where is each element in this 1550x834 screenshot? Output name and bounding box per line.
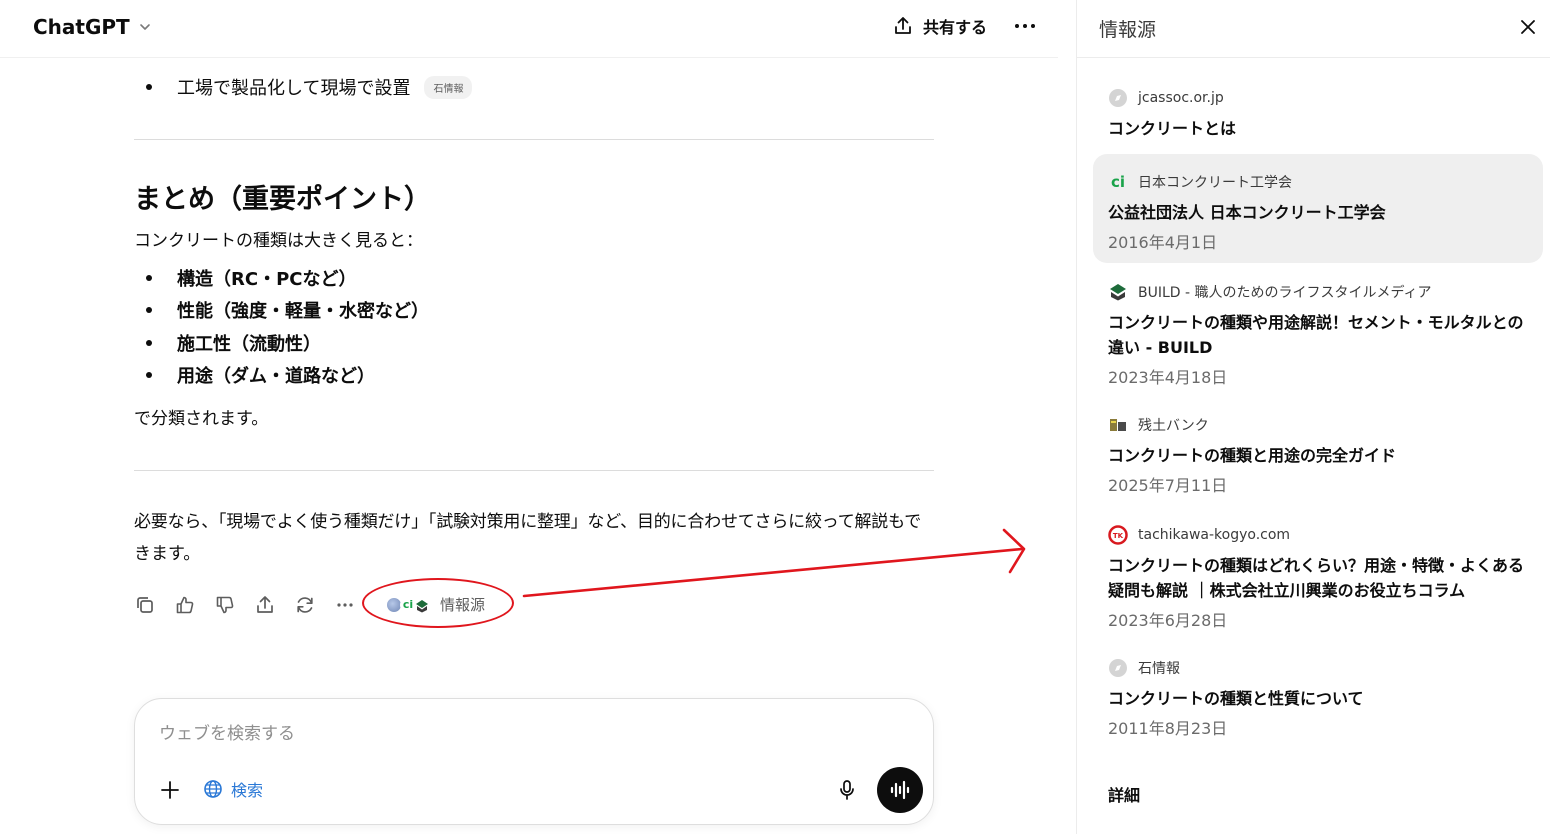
point-bold: 用途 bbox=[177, 366, 213, 387]
source-item[interactable]: ci 日本コンクリート工学会 公益社団法人 日本コンクリート工学会 2016年4… bbox=[1093, 154, 1543, 263]
list-item: 施工性 （流動性） bbox=[134, 330, 321, 356]
source-site: jcassoc.or.jp bbox=[1138, 90, 1224, 106]
build-logo-icon bbox=[1108, 282, 1128, 302]
source-title: コンクリートの種類はどれくらい？用途・特徴・よくある疑問も解説 ｜株式会社立川興… bbox=[1108, 556, 1525, 600]
globe-icon bbox=[1108, 658, 1128, 678]
close-icon bbox=[1521, 20, 1535, 34]
top-bar: ChatGPT 共有する bbox=[0, 0, 1058, 58]
annotation-circle bbox=[362, 578, 514, 628]
sources-panel-title: 情報源 bbox=[1099, 19, 1157, 41]
source-site: tachikawa-kogyo.com bbox=[1138, 527, 1291, 543]
globe-icon bbox=[204, 780, 222, 798]
list-item: 性能 （強度・軽量・水密など） bbox=[134, 297, 429, 323]
plus-icon bbox=[161, 781, 179, 799]
closing-line-2: きます。 bbox=[134, 544, 201, 564]
source-title: 公益社団法人 日本コンクリート工学会 bbox=[1108, 203, 1386, 222]
svg-text:TK: TK bbox=[1113, 532, 1124, 540]
source-site: 日本コンクリート工学会 bbox=[1138, 175, 1292, 191]
sources-panel: 情報源 jcassoc.or.jp コンクリートとは ci 日本コンクリート工学… bbox=[1076, 0, 1550, 834]
source-site: 残土バンク bbox=[1138, 418, 1209, 434]
message-input[interactable] bbox=[159, 719, 859, 749]
chat-area: ChatGPT 共有する 工場で製品化して現場で設置 石情報 まとめ（重要ポイン… bbox=[0, 0, 1058, 834]
close-panel-button[interactable] bbox=[1517, 16, 1539, 38]
model-name: ChatGPT bbox=[33, 15, 130, 39]
model-selector[interactable]: ChatGPT bbox=[33, 15, 152, 39]
source-date: 2025年7月11日 bbox=[1108, 476, 1228, 495]
bullet-dot bbox=[146, 307, 152, 313]
search-label: 検索 bbox=[231, 781, 264, 800]
point-rest: （RC・PCなど） bbox=[213, 269, 357, 290]
source-item[interactable]: jcassoc.or.jp コンクリートとは bbox=[1093, 88, 1543, 141]
summary-heading: まとめ（重要ポイント） bbox=[134, 184, 431, 215]
details-link[interactable]: 詳細 bbox=[1108, 782, 1140, 806]
thumbs-down-icon bbox=[216, 596, 234, 613]
more-horizontal-icon bbox=[1015, 24, 1035, 28]
tachikawa-logo-icon: TK bbox=[1108, 525, 1128, 545]
point-bold: 構造 bbox=[177, 269, 213, 290]
bullet-dot bbox=[146, 84, 152, 90]
source-date: 2011年8月23日 bbox=[1108, 719, 1228, 738]
thumbs-up-icon bbox=[176, 596, 194, 613]
web-search-toggle[interactable]: 検索 bbox=[203, 777, 263, 801]
point-bold: 性能 bbox=[177, 301, 213, 322]
source-item[interactable]: 石情報 コンクリートの種類と性質について 2011年8月23日 bbox=[1093, 658, 1543, 739]
point-rest: （強度・軽量・水密など） bbox=[213, 301, 429, 322]
summary-outro: で分類されます。 bbox=[134, 409, 269, 429]
list-item: 工場で製品化して現場で設置 石情報 bbox=[134, 74, 473, 100]
source-title: コンクリートの種類と用途の完全ガイド bbox=[1108, 446, 1397, 465]
divider bbox=[134, 470, 934, 471]
source-title: コンクリートとは bbox=[1108, 119, 1237, 138]
list-item: 構造 （RC・PCなど） bbox=[134, 265, 356, 291]
source-title: コンクリートの種類や用途解説！セメント・モルタルとの違い - BUILD bbox=[1108, 313, 1524, 357]
citation-chip[interactable]: 石情報 bbox=[424, 75, 473, 99]
add-attachment-button[interactable] bbox=[157, 777, 183, 803]
share-icon bbox=[895, 17, 911, 34]
share-icon bbox=[257, 595, 273, 613]
source-item[interactable]: TK tachikawa-kogyo.com コンクリートの種類はどれくらい？用… bbox=[1093, 525, 1543, 631]
more-horizontal-icon bbox=[337, 602, 353, 607]
source-title: コンクリートの種類と性質について bbox=[1108, 689, 1364, 708]
chevron-down-icon bbox=[139, 24, 150, 30]
microphone-icon bbox=[840, 780, 854, 800]
closing-line-1: 必要なら、「現場でよく使う種類だけ」「試験対策用に整理」など、目的に合わせてさら… bbox=[134, 512, 922, 532]
thumbs-up-button[interactable] bbox=[174, 592, 214, 618]
list-item: 用途 （ダム・道路など） bbox=[134, 362, 375, 388]
summary-intro: コンクリートの種類は大きく見ると： bbox=[134, 231, 423, 251]
point-rest: （ダム・道路など） bbox=[213, 366, 375, 387]
bullet-dot bbox=[146, 340, 152, 346]
source-item[interactable]: 残土バンク コンクリートの種類と用途の完全ガイド 2025年7月11日 bbox=[1093, 415, 1543, 496]
share-button[interactable]: 共有する bbox=[892, 14, 987, 38]
voice-mode-button[interactable] bbox=[877, 767, 923, 813]
sources-panel-header: 情報源 bbox=[1077, 0, 1550, 58]
source-date: 2023年4月18日 bbox=[1108, 368, 1228, 387]
refresh-icon bbox=[297, 596, 313, 613]
copy-icon bbox=[137, 596, 153, 613]
divider bbox=[134, 139, 934, 140]
composer: 検索 bbox=[134, 698, 934, 825]
dictate-button[interactable] bbox=[835, 778, 861, 804]
more-options-button[interactable] bbox=[1012, 13, 1038, 39]
thumbs-down-button[interactable] bbox=[214, 592, 254, 618]
share-message-button[interactable] bbox=[254, 592, 294, 618]
source-date: 2016年4月1日 bbox=[1108, 233, 1218, 252]
voice-wave-icon bbox=[890, 780, 910, 800]
share-label: 共有する bbox=[923, 18, 988, 37]
list-item-text: 工場で製品化して現場で設置 bbox=[177, 78, 411, 99]
zando-logo-icon bbox=[1108, 415, 1128, 435]
point-rest: （流動性） bbox=[231, 334, 321, 355]
source-item[interactable]: BUILD - 職人のためのライフスタイルメディア コンクリートの種類や用途解説… bbox=[1093, 282, 1543, 388]
copy-button[interactable] bbox=[134, 592, 174, 618]
source-site: 石情報 bbox=[1138, 661, 1180, 677]
regenerate-button[interactable] bbox=[294, 592, 334, 618]
source-date: 2023年6月28日 bbox=[1108, 611, 1228, 630]
point-bold: 施工性 bbox=[177, 334, 231, 355]
bullet-dot bbox=[146, 275, 152, 281]
source-site: BUILD - 職人のためのライフスタイルメディア bbox=[1138, 285, 1432, 301]
jci-logo-icon: ci bbox=[1110, 173, 1126, 191]
globe-icon bbox=[1108, 88, 1128, 108]
bullet-dot bbox=[146, 372, 152, 378]
